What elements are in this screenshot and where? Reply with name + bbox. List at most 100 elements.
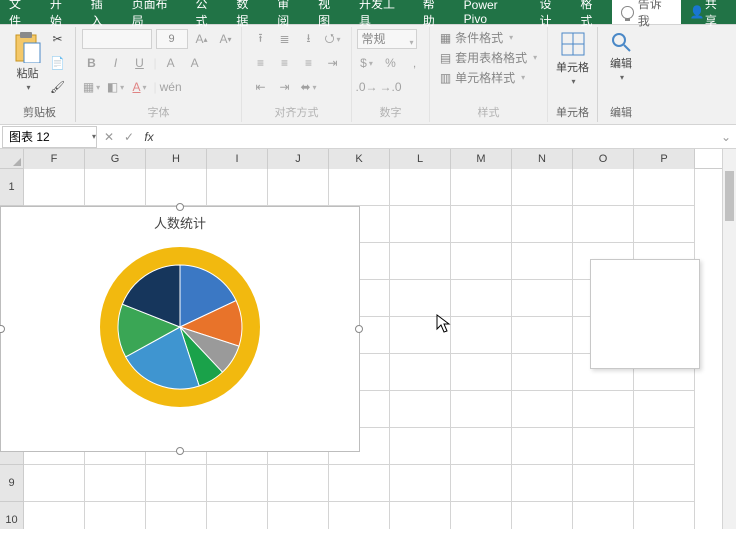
cell[interactable] bbox=[634, 169, 695, 206]
cell[interactable] bbox=[24, 502, 85, 529]
col-header[interactable]: P bbox=[634, 149, 695, 169]
copy-button[interactable]: 📄 bbox=[48, 53, 68, 73]
col-header[interactable]: J bbox=[268, 149, 329, 169]
cell[interactable] bbox=[390, 391, 451, 428]
select-all-corner[interactable] bbox=[0, 149, 24, 169]
orientation-button[interactable]: ⭯▾ bbox=[323, 29, 343, 49]
cell[interactable] bbox=[24, 169, 85, 206]
resize-handle-w[interactable] bbox=[0, 325, 5, 333]
cell[interactable] bbox=[207, 502, 268, 529]
font-color-a2[interactable]: A bbox=[185, 53, 205, 73]
cell[interactable] bbox=[512, 243, 573, 280]
cell[interactable] bbox=[451, 391, 512, 428]
cell[interactable] bbox=[451, 465, 512, 502]
row-header[interactable]: 1 bbox=[0, 169, 24, 206]
expand-formula-button[interactable]: ⌄ bbox=[716, 130, 736, 144]
resize-handle-e[interactable] bbox=[355, 325, 363, 333]
tab-view[interactable]: 视图 bbox=[309, 0, 350, 24]
cell[interactable] bbox=[390, 502, 451, 529]
number-format-select[interactable]: 常规▾ bbox=[357, 29, 417, 49]
cell[interactable] bbox=[268, 169, 329, 206]
cell[interactable] bbox=[634, 465, 695, 502]
scrollbar-thumb[interactable] bbox=[725, 171, 734, 221]
cell[interactable] bbox=[573, 169, 634, 206]
cell[interactable] bbox=[573, 206, 634, 243]
shrink-font-button[interactable]: A▾ bbox=[216, 29, 236, 49]
tab-review[interactable]: 审阅 bbox=[268, 0, 309, 24]
cell[interactable] bbox=[451, 206, 512, 243]
cell[interactable] bbox=[512, 391, 573, 428]
font-color-a1[interactable]: A bbox=[161, 53, 181, 73]
cell[interactable] bbox=[85, 169, 146, 206]
percent-button[interactable]: % bbox=[381, 53, 401, 73]
pie-chart[interactable] bbox=[95, 242, 265, 412]
fx-button[interactable]: fx bbox=[139, 130, 159, 144]
cell[interactable] bbox=[207, 169, 268, 206]
cell[interactable] bbox=[146, 169, 207, 206]
cell[interactable] bbox=[512, 502, 573, 529]
col-header[interactable]: L bbox=[390, 149, 451, 169]
decrease-decimal-button[interactable]: →.0 bbox=[381, 77, 401, 97]
cell[interactable] bbox=[634, 206, 695, 243]
conditional-format-button[interactable]: ▦ 条件格式▾ bbox=[440, 29, 513, 46]
resize-handle-n[interactable] bbox=[176, 203, 184, 211]
cell[interactable] bbox=[329, 169, 390, 206]
col-header[interactable]: K bbox=[329, 149, 390, 169]
cell[interactable] bbox=[85, 465, 146, 502]
cell[interactable] bbox=[512, 280, 573, 317]
name-box[interactable]: 图表 12▾ bbox=[2, 126, 97, 148]
cell[interactable] bbox=[512, 465, 573, 502]
edit-button[interactable]: 编辑▾ bbox=[608, 29, 634, 84]
phonetic-button[interactable]: wén bbox=[161, 77, 181, 97]
bold-button[interactable]: B bbox=[82, 53, 102, 73]
cell[interactable] bbox=[451, 243, 512, 280]
cell[interactable] bbox=[512, 206, 573, 243]
align-left-button[interactable]: ≡ bbox=[251, 53, 271, 73]
tab-design[interactable]: 设计 bbox=[531, 0, 572, 24]
table-format-button[interactable]: ▤ 套用表格格式▾ bbox=[440, 49, 537, 66]
cell[interactable] bbox=[512, 169, 573, 206]
cell[interactable] bbox=[573, 502, 634, 529]
cell[interactable] bbox=[85, 502, 146, 529]
cell-style-button[interactable]: ▥ 单元格样式▾ bbox=[440, 69, 525, 86]
row-header[interactable]: 10 bbox=[0, 502, 24, 529]
cell[interactable] bbox=[451, 502, 512, 529]
cell[interactable] bbox=[390, 206, 451, 243]
tab-tellme[interactable]: 告诉我 bbox=[612, 0, 681, 24]
resize-handle-s[interactable] bbox=[176, 447, 184, 455]
wrap-text-button[interactable]: ⇥ bbox=[323, 53, 343, 73]
font-color-button[interactable]: A▾ bbox=[130, 77, 150, 97]
tab-format[interactable]: 格式 bbox=[571, 0, 612, 24]
cell[interactable] bbox=[512, 354, 573, 391]
enter-formula-button[interactable]: ✓ bbox=[119, 130, 139, 144]
tab-data[interactable]: 数据 bbox=[227, 0, 268, 24]
cell[interactable] bbox=[512, 317, 573, 354]
cell[interactable] bbox=[390, 169, 451, 206]
col-header[interactable]: I bbox=[207, 149, 268, 169]
dropdown-icon[interactable]: ▾ bbox=[92, 132, 96, 141]
cut-button[interactable]: ✂ bbox=[48, 29, 68, 49]
italic-button[interactable]: I bbox=[106, 53, 126, 73]
cell[interactable] bbox=[634, 502, 695, 529]
increase-decimal-button[interactable]: .0→ bbox=[357, 77, 377, 97]
align-middle-button[interactable]: ≣ bbox=[275, 29, 295, 49]
cell[interactable] bbox=[390, 354, 451, 391]
vertical-scrollbar[interactable] bbox=[722, 149, 736, 529]
cell[interactable] bbox=[207, 465, 268, 502]
currency-button[interactable]: $▾ bbox=[357, 53, 377, 73]
cell[interactable] bbox=[573, 428, 634, 465]
cell[interactable] bbox=[451, 428, 512, 465]
cell[interactable] bbox=[634, 428, 695, 465]
cell[interactable] bbox=[268, 502, 329, 529]
cell[interactable] bbox=[573, 391, 634, 428]
tab-file[interactable]: 文件 bbox=[0, 0, 41, 24]
paste-button[interactable]: 粘贴▾ bbox=[12, 29, 44, 94]
cell[interactable] bbox=[329, 465, 390, 502]
row-header[interactable]: 9 bbox=[0, 465, 24, 502]
cell[interactable] bbox=[390, 428, 451, 465]
cancel-formula-button[interactable]: ✕ bbox=[99, 130, 119, 144]
cell[interactable] bbox=[146, 465, 207, 502]
cell[interactable] bbox=[451, 280, 512, 317]
font-name-input[interactable] bbox=[82, 29, 152, 49]
cell[interactable] bbox=[451, 317, 512, 354]
